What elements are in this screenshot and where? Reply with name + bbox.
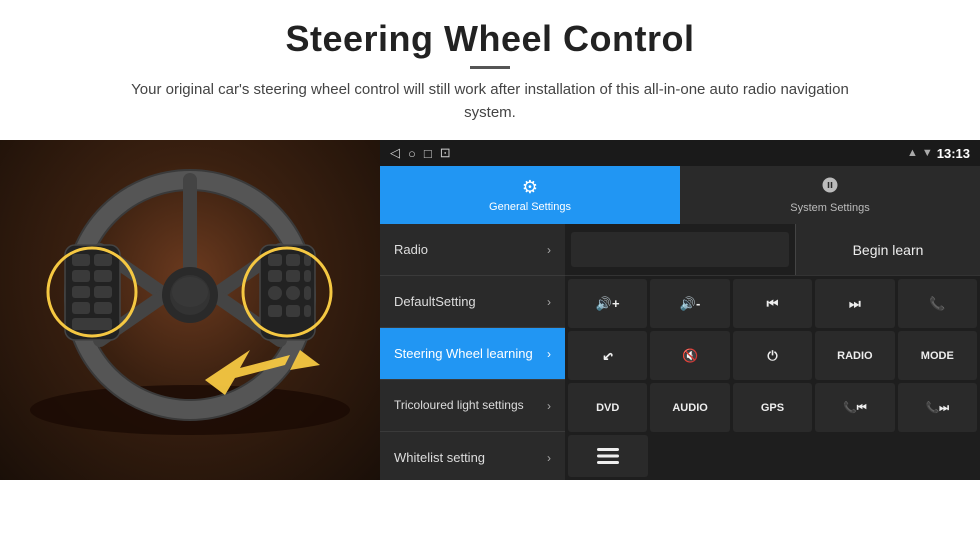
tab-general-label: General Settings (489, 201, 571, 213)
controls-grid: 🔊+ 🔊- ⏮ ⏭ 📞 (565, 276, 980, 435)
menu-item-default[interactable]: DefaultSetting › (380, 276, 565, 328)
header-section: Steering Wheel Control Your original car… (0, 0, 980, 134)
menu-item-tricoloured[interactable]: Tricoloured light settings › (380, 380, 565, 432)
title-divider (470, 66, 510, 69)
menu-item-whitelist[interactable]: Whitelist setting › (380, 432, 565, 480)
car-image-area (0, 140, 380, 480)
nav-cast-icon[interactable]: ⊡ (440, 145, 451, 161)
device-ui: ◁ ○ □ ⊡ ▲ ▼ 13:13 ⚙ General Settings (380, 140, 980, 480)
radio-button[interactable]: RADIO (815, 331, 894, 380)
begin-learn-row: Begin learn (565, 224, 980, 276)
nav-recent-icon[interactable]: □ (424, 146, 432, 161)
mute-button[interactable]: 🔇 (650, 331, 729, 380)
status-time: 13:13 (937, 146, 970, 161)
mode-button[interactable]: MODE (898, 331, 977, 380)
last-row (565, 435, 980, 480)
chevron-icon: › (547, 347, 551, 361)
tab-system[interactable]: System Settings (680, 166, 980, 224)
controls-panel: Begin learn 🔊+ 🔊- ⏮ (565, 224, 980, 480)
phone-button[interactable]: 📞 (898, 279, 977, 328)
call-next-button[interactable]: 📞⏭ (898, 383, 977, 432)
next-track-button[interactable]: ⏭ (815, 279, 894, 328)
chevron-icon: › (547, 295, 551, 309)
chevron-icon: › (547, 399, 551, 413)
content-area: ◁ ○ □ ⊡ ▲ ▼ 13:13 ⚙ General Settings (0, 140, 980, 542)
main-panel: Radio › DefaultSetting › Steering Wheel … (380, 224, 980, 480)
power-button[interactable]: ⏻ (733, 331, 812, 380)
nav-icons: ◁ ○ □ ⊡ (390, 145, 451, 161)
tab-general[interactable]: ⚙ General Settings (380, 166, 680, 224)
car-image-placeholder (0, 140, 380, 480)
general-settings-icon: ⚙ (522, 177, 538, 198)
tab-bar: ⚙ General Settings System Settings (380, 166, 980, 224)
signal-icon: ▲ (907, 147, 918, 159)
hang-up-button[interactable]: ↪ (568, 331, 647, 380)
dvd-button[interactable]: DVD (568, 383, 647, 432)
menu-icon-button[interactable] (568, 435, 648, 477)
menu-item-radio[interactable]: Radio › (380, 224, 565, 276)
tab-system-label: System Settings (790, 202, 869, 214)
subtitle: Your original car's steering wheel contr… (110, 79, 870, 124)
vol-up-button[interactable]: 🔊+ (568, 279, 647, 328)
system-settings-icon (821, 176, 839, 199)
menu-item-steering[interactable]: Steering Wheel learning › (380, 328, 565, 380)
page-title: Steering Wheel Control (60, 18, 920, 60)
nav-back-icon[interactable]: ◁ (390, 145, 400, 161)
vol-down-button[interactable]: 🔊- (650, 279, 729, 328)
menu-list: Radio › DefaultSetting › Steering Wheel … (380, 224, 565, 480)
hamburger-icon (597, 447, 619, 465)
status-right: ▲ ▼ 13:13 (907, 146, 970, 161)
audio-button[interactable]: AUDIO (650, 383, 729, 432)
status-bar: ◁ ○ □ ⊡ ▲ ▼ 13:13 (380, 140, 980, 166)
prev-track-button[interactable]: ⏮ (733, 279, 812, 328)
chevron-icon: › (547, 243, 551, 257)
page-wrapper: Steering Wheel Control Your original car… (0, 0, 980, 542)
begin-learn-button[interactable]: Begin learn (795, 224, 980, 275)
call-prev-button[interactable]: 📞⏮ (815, 383, 894, 432)
chevron-icon: › (547, 451, 551, 465)
nav-home-icon[interactable]: ○ (408, 146, 416, 161)
key-input-field[interactable] (571, 232, 789, 267)
wifi-icon: ▼ (922, 147, 933, 159)
steering-wheel-image (20, 150, 360, 440)
gps-button[interactable]: GPS (733, 383, 812, 432)
